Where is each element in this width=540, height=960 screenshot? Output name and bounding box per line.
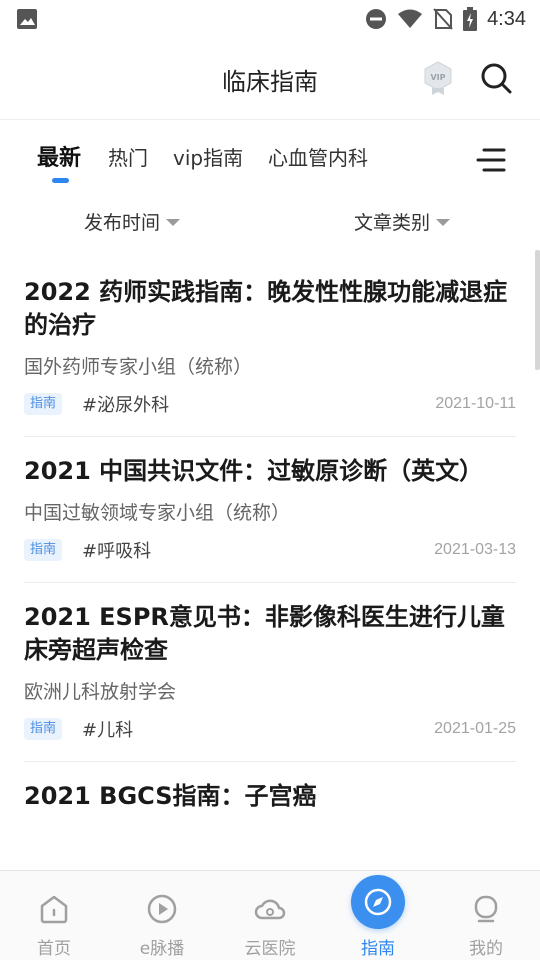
gallery-notification-icon: [17, 9, 37, 29]
profile-icon: [474, 895, 498, 923]
vip-badge-icon[interactable]: VIP: [422, 60, 454, 96]
article-meta: 指南 #呼吸科 2021-03-13: [24, 536, 516, 564]
guide-tag: 指南: [24, 393, 63, 415]
list-item[interactable]: 2022 药师实践指南：晚发性性腺功能减退症的治疗 国外药师专家小组（统称） 指…: [24, 258, 516, 437]
nav-emaibo-label: e脉播: [139, 939, 185, 959]
play-icon: [147, 894, 177, 924]
menu-icon[interactable]: [476, 146, 506, 174]
department-tag[interactable]: #泌尿外科: [82, 391, 169, 417]
filter-bar: 发布时间 文章类别: [0, 200, 540, 240]
article-date: 2021-03-13: [434, 541, 516, 558]
publish-time-label: 发布时间: [84, 212, 161, 234]
article-title: 2021 中国共识文件：过敏原诊断（英文）: [24, 457, 484, 485]
article-list: 2022 药师实践指南：晚发性性腺功能减退症的治疗 国外药师专家小组（统称） 指…: [24, 258, 516, 813]
do-not-disturb-icon: [366, 9, 387, 29]
article-author: 国外药师专家小组（统称）: [24, 356, 253, 378]
article-meta: 指南 #泌尿外科 2021-10-11: [24, 390, 516, 418]
tab-popular[interactable]: 热门: [108, 142, 148, 171]
article-meta: 指南 #儿科 2021-01-25: [24, 715, 516, 743]
nav-guide-label: 指南: [361, 939, 395, 959]
nav-profile[interactable]: 我的: [432, 871, 540, 960]
guide-tag: 指南: [24, 539, 63, 561]
guide-tag: 指南: [24, 718, 63, 740]
nav-profile-label: 我的: [469, 939, 503, 959]
compass-icon: [364, 888, 392, 916]
article-author: 欧洲儿科放射学会: [24, 681, 177, 703]
list-scrollbar[interactable]: [535, 250, 540, 370]
nav-guide[interactable]: 指南: [324, 871, 432, 960]
tab-latest[interactable]: 最新: [37, 140, 81, 172]
search-icon[interactable]: [478, 60, 514, 96]
nav-cloud-hospital[interactable]: 云医院: [216, 871, 324, 960]
vip-badge-label: VIP: [430, 73, 445, 82]
list-item[interactable]: 2021 ESPR意见书：非影像科医生进行儿童床旁超声检查 欧洲儿科放射学会 指…: [24, 583, 516, 762]
article-title: 2021 BGCS指南：子宫癌: [24, 782, 317, 810]
status-time: 4:34: [487, 7, 526, 30]
nav-home[interactable]: 首页: [0, 871, 108, 960]
department-tag[interactable]: #儿科: [82, 716, 133, 742]
article-author: 中国过敏领域专家小组（统称）: [24, 502, 291, 524]
article-title: 2021 ESPR意见书：非影像科医生进行儿童床旁超声检查: [24, 603, 505, 664]
caret-down-icon: [436, 219, 451, 226]
list-item[interactable]: 2021 BGCS指南：子宫癌: [24, 762, 516, 813]
nav-emaibo[interactable]: e脉播: [108, 871, 216, 960]
tab-vip-guide[interactable]: vip指南: [173, 142, 243, 171]
department-tag[interactable]: #呼吸科: [82, 537, 151, 563]
article-date: 2021-10-11: [435, 395, 516, 412]
wifi-icon: [398, 9, 423, 28]
list-item[interactable]: 2021 中国共识文件：过敏原诊断（英文） 中国过敏领域专家小组（统称） 指南 …: [24, 437, 516, 583]
home-icon: [40, 895, 68, 924]
nav-home-label: 首页: [37, 939, 71, 959]
page-title: 临床指南: [222, 68, 318, 96]
status-bar: 4:34: [0, 0, 540, 38]
active-tab-indicator: [52, 178, 69, 183]
app-header: 临床指南 VIP: [0, 38, 540, 120]
tab-cardiology[interactable]: 心血管内科: [268, 142, 368, 171]
cloud-icon: [254, 899, 286, 920]
publish-time-filter[interactable]: 发布时间: [84, 208, 181, 235]
article-type-filter[interactable]: 文章类别: [354, 208, 451, 235]
article-title: 2022 药师实践指南：晚发性性腺功能减退症的治疗: [24, 278, 508, 339]
battery-charging-icon: [463, 7, 478, 31]
no-sim-icon: [433, 8, 453, 30]
caret-down-icon: [166, 219, 181, 226]
category-tabs: 最新 热门 vip指南 心血管内科: [0, 138, 540, 188]
article-type-label: 文章类别: [354, 212, 431, 234]
bottom-nav: 首页 e脉播 云医院 指南 我的: [0, 870, 540, 960]
article-date: 2021-01-25: [434, 720, 516, 737]
nav-cloud-hospital-label: 云医院: [244, 939, 296, 959]
